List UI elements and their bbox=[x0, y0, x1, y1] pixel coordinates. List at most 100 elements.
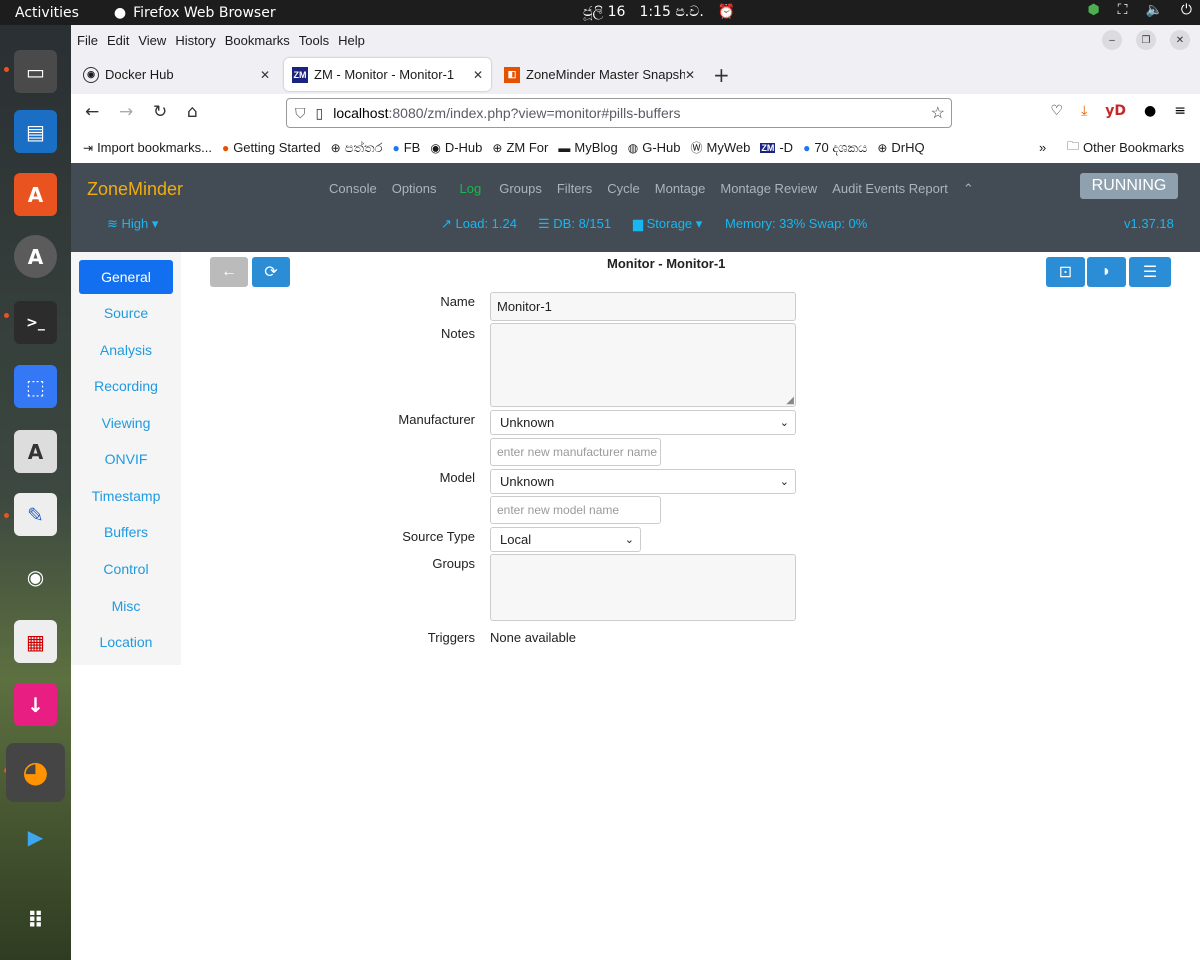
downloads-icon[interactable]: ⤓ bbox=[1081, 103, 1087, 119]
terminal-icon[interactable]: >_ bbox=[14, 301, 57, 344]
nav-console[interactable]: Console bbox=[329, 181, 377, 197]
nav-filters[interactable]: Filters bbox=[557, 181, 592, 197]
extension-icon[interactable]: ● bbox=[1144, 103, 1156, 119]
menu-view[interactable]: View bbox=[138, 33, 166, 48]
maximize-button[interactable]: ❐ bbox=[1136, 30, 1156, 50]
bookmark-myweb[interactable]: Ⓦ MyWeb bbox=[691, 139, 751, 156]
firefox-icon[interactable]: ◕ bbox=[6, 743, 65, 802]
download-manager-icon[interactable]: ↓ bbox=[14, 683, 57, 726]
close-tab-icon[interactable]: ✕ bbox=[473, 68, 483, 82]
close-tab-icon[interactable]: ✕ bbox=[684, 67, 695, 82]
nav-audit-events-report[interactable]: Audit Events Report bbox=[832, 181, 948, 197]
menu-tools[interactable]: Tools bbox=[299, 33, 329, 48]
bookmark-fb[interactable]: ● FB bbox=[392, 140, 420, 155]
pill-buffers[interactable]: Buffers bbox=[79, 515, 173, 549]
bookmark-zm-d[interactable]: ZM -D bbox=[760, 140, 793, 155]
text-editor-icon[interactable]: A bbox=[14, 430, 57, 473]
hamburger-menu-icon[interactable]: ≡ bbox=[1174, 103, 1186, 119]
run-state-button[interactable]: RUNNING bbox=[1080, 173, 1178, 199]
activities-button[interactable]: Activities bbox=[0, 5, 94, 21]
pocket-icon[interactable]: ♡ bbox=[1051, 103, 1064, 119]
pill-source[interactable]: Source bbox=[79, 296, 173, 330]
bookmarks-overflow-icon[interactable]: » bbox=[1039, 140, 1046, 155]
pill-misc[interactable]: Misc bbox=[79, 589, 173, 623]
refresh-button[interactable]: ⟳ bbox=[252, 257, 290, 287]
pill-general[interactable]: General bbox=[79, 260, 173, 294]
menu-edit[interactable]: Edit bbox=[107, 33, 129, 48]
source-type-select[interactable]: Local ⌄ bbox=[490, 527, 641, 552]
model-select[interactable]: Unknown ⌄ bbox=[490, 469, 796, 494]
app-menu[interactable]: ● Firefox Web Browser bbox=[114, 5, 276, 21]
name-input[interactable]: Monitor-1 bbox=[490, 292, 796, 321]
version-label[interactable]: v1.37.18 bbox=[1124, 216, 1174, 231]
nav-groups[interactable]: Groups bbox=[499, 181, 542, 197]
pill-onvif[interactable]: ONVIF bbox=[79, 442, 173, 476]
pill-viewing[interactable]: Viewing bbox=[79, 406, 173, 440]
collapse-nav-icon[interactable]: ⌃ bbox=[963, 181, 974, 197]
bookmark-getting-started[interactable]: ● Getting Started bbox=[222, 140, 321, 155]
nav-montage-review[interactable]: Montage Review bbox=[720, 181, 817, 197]
gimp-icon[interactable]: ◉ bbox=[14, 555, 57, 598]
bandwidth-dropdown[interactable]: ≋ High ▾ bbox=[107, 216, 158, 232]
bookmark-myblog[interactable]: ▬ MyBlog bbox=[558, 140, 617, 155]
notes-textarea[interactable]: ◢ bbox=[490, 323, 796, 407]
home-icon[interactable]: ⌂ bbox=[187, 102, 198, 122]
new-tab-button[interactable]: + bbox=[713, 63, 730, 87]
system-tray[interactable]: ⬢ ⛶ 🔈 ⏻ bbox=[1087, 2, 1192, 18]
zm-logo[interactable]: ZoneMinder bbox=[87, 179, 183, 200]
back-button[interactable]: ← bbox=[210, 257, 248, 287]
minimize-button[interactable]: – bbox=[1102, 30, 1122, 50]
new-manufacturer-input[interactable]: enter new manufacturer name bbox=[490, 438, 661, 466]
manufacturer-select[interactable]: Unknown ⌄ bbox=[490, 410, 796, 435]
pill-location[interactable]: Location bbox=[79, 625, 173, 659]
reload-icon[interactable]: ↻ bbox=[153, 102, 167, 122]
bookmark-paththara[interactable]: ⊕ පත්තර bbox=[331, 140, 383, 156]
bookmark-star-icon[interactable]: ☆ bbox=[931, 103, 945, 123]
list-button[interactable]: ☰ bbox=[1129, 257, 1171, 287]
show-apps-icon[interactable]: ⠿ bbox=[14, 900, 57, 943]
bookmark-zm-for[interactable]: ⊕ ZM For bbox=[492, 140, 548, 155]
screenshot-icon[interactable]: ⬚ bbox=[14, 365, 57, 408]
bookmark-d-hub[interactable]: ◉ D-Hub bbox=[430, 140, 482, 155]
clock[interactable]: ජූලි 16 1:15 ප.ව. ⏰ bbox=[583, 4, 735, 20]
groups-multiselect[interactable] bbox=[490, 554, 796, 621]
menu-history[interactable]: History bbox=[175, 33, 215, 48]
other-bookmarks[interactable]: 🗀 Other Bookmarks bbox=[1067, 137, 1184, 158]
menu-bookmarks[interactable]: Bookmarks bbox=[225, 33, 290, 48]
close-tab-icon[interactable]: ✕ bbox=[260, 68, 270, 82]
new-model-input[interactable]: enter new model name bbox=[490, 496, 661, 524]
back-icon[interactable]: ← bbox=[85, 102, 99, 122]
pill-analysis[interactable]: Analysis bbox=[79, 333, 173, 367]
tab-zm-monitor[interactable]: ZM ZM - Monitor - Monitor-1 ✕ bbox=[284, 58, 491, 91]
bookmark-70-dashakaya[interactable]: ● 70 දශකය bbox=[803, 140, 867, 156]
files-icon[interactable]: ▭ bbox=[14, 50, 57, 93]
pill-timestamp[interactable]: Timestamp bbox=[79, 479, 173, 513]
kdenlive-icon[interactable]: ▶ bbox=[14, 815, 57, 858]
url-bar[interactable]: ⛉ ▯ localhost :8080/zm/index.php?view=mo… bbox=[286, 98, 952, 128]
resize-handle-icon[interactable]: ◢ bbox=[786, 395, 794, 406]
menu-help[interactable]: Help bbox=[338, 33, 365, 48]
nav-cycle[interactable]: Cycle bbox=[607, 181, 640, 197]
writer-icon[interactable]: ▤ bbox=[14, 110, 57, 153]
menu-file[interactable]: File bbox=[77, 33, 98, 48]
nav-options[interactable]: Options bbox=[392, 181, 437, 197]
bookmark-drhq[interactable]: ⊕ DrHQ bbox=[877, 140, 924, 155]
nav-montage[interactable]: Montage bbox=[655, 181, 706, 197]
feed-button[interactable]: ◗ bbox=[1087, 257, 1126, 287]
storage-dropdown[interactable]: ▆ Storage ▾ bbox=[633, 216, 702, 232]
yd-extension-icon[interactable]: yD bbox=[1105, 103, 1126, 119]
tab-docker-hub[interactable]: ◉ Docker Hub ✕ bbox=[75, 58, 278, 91]
bookmark-g-hub[interactable]: ◍ G-Hub bbox=[628, 140, 681, 155]
rss-button[interactable]: ⊡ bbox=[1046, 257, 1085, 287]
pill-control[interactable]: Control bbox=[79, 552, 173, 586]
forward-icon[interactable]: → bbox=[119, 102, 133, 122]
software-store-icon[interactable]: A bbox=[14, 173, 57, 216]
tab-zm-snapshot[interactable]: ◧ ZoneMinder Master Snapsh ✕ bbox=[496, 58, 703, 91]
close-window-button[interactable]: ✕ bbox=[1170, 30, 1190, 50]
form-editor-icon[interactable]: ▦ bbox=[14, 620, 57, 663]
nav-log[interactable]: Log bbox=[460, 181, 482, 197]
bookmark-import[interactable]: ⇥ Import bookmarks... bbox=[83, 140, 212, 155]
pill-recording[interactable]: Recording bbox=[79, 369, 173, 403]
updater-icon[interactable]: A bbox=[14, 235, 57, 278]
notes-editor-icon[interactable]: ✎ bbox=[14, 493, 57, 536]
